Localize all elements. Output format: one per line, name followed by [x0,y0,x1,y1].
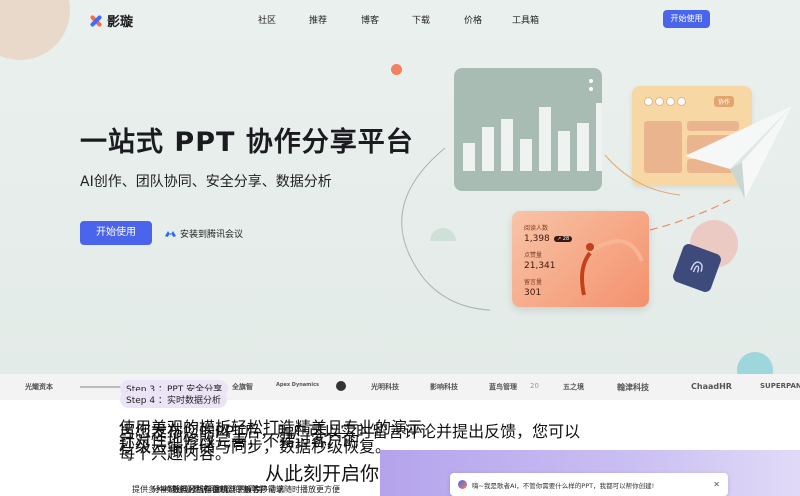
partner-logo-14: SUPERPANTS [760,382,800,390]
tencent-meeting-icon [165,230,176,237]
nav-recommend[interactable]: 推荐 [309,13,327,26]
bar-3 [501,119,513,171]
bar-1 [463,143,475,171]
bar-chart [463,103,646,171]
close-icon[interactable]: ✕ [713,480,720,489]
partner-logo-9: 蓝鸟管理 [489,383,517,391]
cta-heading: 从此刻开启你 [265,463,380,485]
bar-5 [539,107,551,171]
hero-subtitle: AI创作、团队协同、安全分享、数据分析 [80,174,332,190]
logo-icon [89,14,103,28]
brand-name: 影璇 [107,15,134,30]
ai-chat-bubble[interactable]: 嗨~我是歌者AI，不管你需要什么样的PPT，我都可以帮你创建! ✕ [450,473,728,496]
hero-title: 一站式 PPT 协作分享平台 [80,127,414,158]
analytics-card: 阅读人数 1,398 ↗ 28 点赞量 21,341 留言量 301 [512,211,649,307]
partner-logo-2 [80,386,124,388]
bar-6 [558,131,570,171]
install-label: 安装到腾讯会议 [180,230,244,240]
partner-logo-5: Apex Dynamics [276,382,320,388]
nav-blog[interactable]: 博客 [361,13,379,26]
partner-logo-8: 影响科技 [430,383,458,391]
partner-logo-12: 翰津科技 [617,383,649,392]
comments-value: 301 [524,288,542,298]
bullet-4: 手机、平板等移动端随时播放更方便 [212,485,340,494]
bar-7 [577,123,589,171]
nav-toolbox[interactable]: 工具箱 [512,13,539,26]
partner-logo-6 [336,381,346,391]
partner-logo-10: 20 [530,382,539,390]
step-4-tab[interactable]: Step 4 ：实时数据分析 [120,391,227,408]
install-tencent-meeting-link[interactable]: 安装到腾讯会议 [165,227,243,240]
brand-logo[interactable]: 影璇 [89,11,133,30]
likes-value: 21,341 [524,261,556,271]
partner-logo-11: 五之境 [563,383,584,391]
decorative-teal-circle [737,352,773,374]
hero-section: 影璇 社区 推荐 博客 下载 价格 工具箱 开始使用 一站式 PPT 协作分享平… [0,0,800,374]
likes-label: 点赞量 [524,252,543,259]
partner-logo-13: ChaadHR [691,382,732,391]
decorative-dot [391,64,402,75]
ai-avatar-icon [458,480,467,489]
gauge-arc [579,238,644,296]
partner-logo-7: 光明科技 [371,383,399,391]
reads-growth-badge: ↗ 28 [554,236,573,242]
comments-label: 留言量 [524,279,543,286]
nav-community[interactable]: 社区 [258,13,276,26]
nav-pricing[interactable]: 价格 [464,13,482,26]
decorative-blob [0,0,70,60]
ai-chat-message: 嗨~我是歌者AI，不管你需要什么样的PPT，我都可以帮你创建! [472,481,655,490]
bar-chart-card [454,68,646,191]
bar-2 [482,127,494,171]
nav-download[interactable]: 下载 [412,13,430,26]
bar-4 [520,139,532,171]
partner-logo-4: 全旗智 [232,383,253,391]
reads-label: 阅读人数 [524,225,549,232]
reads-value: 1,398 [524,234,550,244]
decorative-half-circle [430,228,456,254]
partner-logo-1: 光耀资本 [25,383,53,391]
feature-line-5: 秒级云端存储与同步，数据秒级恢复。 [119,437,392,456]
header-start-button[interactable]: 开始使用 [663,10,710,28]
hero-start-button[interactable]: 开始使用 [80,221,152,245]
